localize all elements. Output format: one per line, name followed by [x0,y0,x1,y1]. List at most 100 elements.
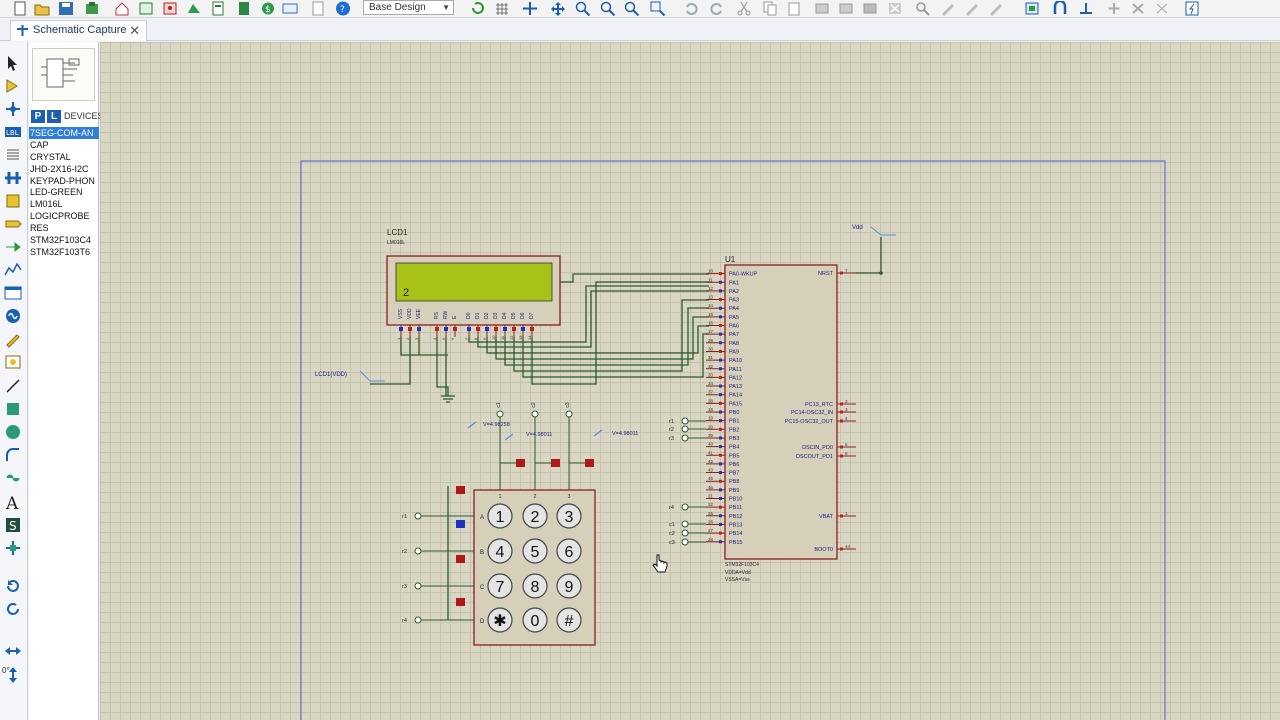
line-tool-icon[interactable] [4,377,22,395]
device-list-item[interactable]: CAP [29,139,99,151]
pick-device-icon[interactable] [915,1,931,16]
grid-toggle-icon[interactable] [494,1,510,16]
selection-mode-icon[interactable] [4,54,22,72]
pcb-icon[interactable] [162,1,178,16]
subcircuit-icon[interactable] [4,192,22,210]
mcu-pin-state [840,402,843,406]
schematic-canvas[interactable]: 2 LCD1 LM016L VSS 1 VDD 2 VEE 3 RS 4 RW 5 E 6 D0 7 D1 8 D2 9… [100,42,1280,720]
decompose-icon[interactable] [988,1,1004,16]
home-icon[interactable] [114,1,130,16]
component-mode-icon[interactable] [4,77,22,95]
zoom-all-icon[interactable] [624,1,640,16]
device-pins-icon[interactable] [4,238,22,256]
lcd-pin-number: 10 [491,335,496,340]
box-tool-icon[interactable] [4,400,22,418]
refresh-icon[interactable] [470,1,486,16]
device-list-item[interactable]: STM32F103C4 [29,234,99,246]
mcu-pin-state [719,540,722,544]
zoom-in-icon[interactable] [575,1,591,16]
device-list-item[interactable]: 7SEG-COM-AN [29,127,99,139]
mcu-note: VSSA=Vss [725,577,750,583]
mirror-horizontal-icon[interactable] [4,642,22,660]
copy-icon[interactable] [762,1,778,16]
voltage-probe-icon[interactable] [4,330,22,348]
lcd-ref-label: LCD1 [387,228,408,237]
logic-state-box [551,459,560,467]
new-sheet-icon[interactable] [1106,1,1122,16]
device-list-item[interactable]: JHD-2X16-I2C [29,163,99,175]
pick-devices-button[interactable]: P [31,110,45,123]
design-variant-select[interactable]: Base Design ▼ [363,0,454,15]
redo-icon[interactable] [708,1,724,16]
mcu-pin-state [840,445,843,449]
save-icon[interactable] [58,1,74,16]
mcu-pin-name: PA3 [729,298,739,304]
wire-label-icon[interactable]: LBL [4,123,22,141]
close-icon[interactable]: ✕ [129,21,140,40]
marker-tool-icon[interactable] [4,539,22,557]
import-icon[interactable] [84,1,100,16]
gerber-icon[interactable] [210,1,226,16]
arc-tool-icon[interactable] [4,446,22,464]
symbol-tool-icon[interactable]: S [4,516,22,534]
block-delete-icon[interactable] [887,1,903,16]
text-tool-icon[interactable]: A [4,493,22,511]
virtual-instruments-icon[interactable] [4,353,22,371]
schematic-tab-icon [17,25,28,36]
circle-tool-icon[interactable] [4,423,22,441]
block-rotate-icon[interactable] [862,1,878,16]
zoom-out-icon[interactable] [600,1,616,16]
buses-icon[interactable] [4,169,22,187]
rotate-clockwise-icon[interactable] [4,577,22,595]
zoom-area-icon[interactable] [650,1,666,16]
device-list-item[interactable]: CRYSTAL [29,151,99,163]
block-move-icon[interactable] [838,1,854,16]
bill-of-materials-icon[interactable]: $ [260,1,276,16]
origin-icon[interactable] [522,1,538,16]
lcd-pin-name: VEE [416,308,422,319]
terminals-icon[interactable] [4,215,22,233]
electrical-rule-check-icon[interactable] [1184,1,1200,16]
undo-icon[interactable] [684,1,700,16]
graph-mode-icon[interactable] [4,261,22,279]
make-device-icon[interactable] [940,1,956,16]
mcu-pin-state [840,547,843,551]
tape-recorder-icon[interactable] [4,284,22,302]
help-icon[interactable]: ? [335,1,351,16]
source-code-icon[interactable] [282,1,298,16]
mcu-pin-number: 34 [708,381,714,386]
pan-icon[interactable] [550,1,566,16]
property-assign-icon[interactable] [1078,1,1094,16]
cut-icon[interactable] [736,1,752,16]
tab-schematic-capture[interactable]: Schematic Capture ✕ [10,20,147,41]
schematic-icon[interactable] [138,1,154,16]
blank-doc-icon[interactable] [310,1,326,16]
device-list-item[interactable]: LED-GREEN [29,186,99,198]
device-list-item[interactable]: RES [29,222,99,234]
path-tool-icon[interactable] [4,469,22,487]
junction-dot-icon[interactable] [4,100,22,118]
packaging-tool-icon[interactable] [964,1,980,16]
block-copy-icon[interactable] [814,1,830,16]
device-list-item[interactable]: LM016L [29,198,99,210]
3d-view-icon[interactable] [186,1,202,16]
generator-icon[interactable] [4,307,22,325]
rotate-anticlockwise-icon[interactable] [4,600,22,618]
device-list-item[interactable]: STM32F103T6 [29,246,99,258]
design-explorer-icon[interactable] [236,1,252,16]
device-list-item[interactable]: LOGICPROBE [29,210,99,222]
mcu-net-label: r1 [669,419,674,425]
search-tag-icon[interactable] [1052,1,1068,16]
library-manager-button[interactable]: L [47,110,61,123]
device-list-item[interactable]: KEYPAD-PHON [29,175,99,187]
wire-autorouter-icon[interactable] [1024,1,1040,16]
exit-to-parent-icon[interactable] [1154,1,1170,16]
mirror-vertical-icon[interactable] [4,666,22,684]
schematic-drawing[interactable]: 2LCD1LM016LVSS1VDD2VEE3RS4RW5E6D07D18D29… [100,42,1280,720]
paste-icon[interactable] [786,1,802,16]
mcu-pin-name: PA0-WKUP [729,272,758,278]
remove-sheet-icon[interactable] [1130,1,1146,16]
open-folder-icon[interactable] [34,1,50,16]
new-file-icon[interactable] [12,1,28,16]
text-script-icon[interactable] [4,146,22,164]
